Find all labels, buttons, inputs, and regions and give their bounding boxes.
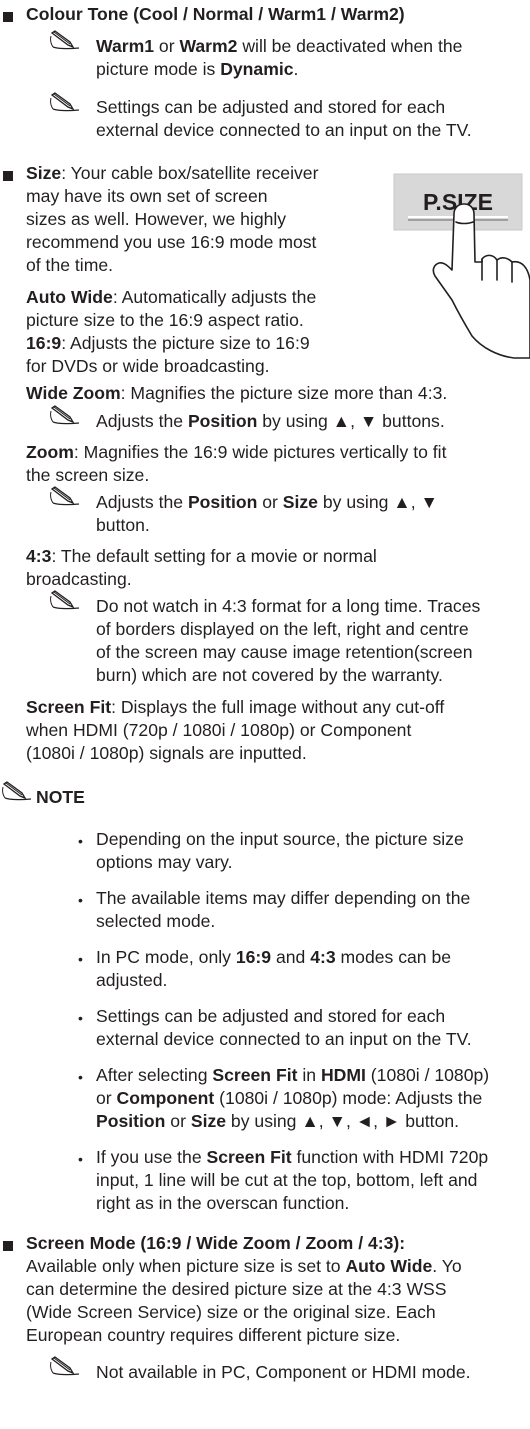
screen-fit-line2: when HDMI (720p / 1080i / 1080p) or Comp… bbox=[26, 720, 412, 740]
ratio-16-9-line1: 16:9: Adjusts the picture size to 16:9 bbox=[26, 333, 310, 353]
note-heading: NOTE bbox=[36, 787, 85, 807]
note-icon bbox=[50, 486, 80, 506]
colour-tone-note1-line2: picture mode is Dynamic. bbox=[96, 59, 299, 79]
note-icon bbox=[50, 405, 80, 425]
note-item-1-line2: options may vary. bbox=[96, 852, 233, 872]
screen-mode-line5: European country requires different pict… bbox=[26, 1325, 401, 1345]
ratio-4-3-note-line2: of borders displayed on the left, right … bbox=[96, 619, 469, 639]
ratio-4-3-line1: 4:3: The default setting for a movie or … bbox=[26, 546, 377, 566]
note-item-6-line3: right as in the overscan function. bbox=[96, 1193, 350, 1213]
size-intro-line5: of the time. bbox=[26, 255, 114, 275]
note-item-3-line2: adjusted. bbox=[96, 970, 168, 990]
list-bullet: • bbox=[78, 1010, 83, 1026]
note-item-2-line2: selected mode. bbox=[96, 911, 216, 931]
screen-mode-note: Not available in PC, Component or HDMI m… bbox=[96, 1362, 471, 1382]
note-item-6-line1: If you use the Screen Fit function with … bbox=[96, 1147, 489, 1167]
psize-button-illustration: P.SIZE bbox=[393, 173, 530, 359]
zoom-line2: the screen size. bbox=[26, 465, 150, 485]
note-item-4-line2: external device connected to an input on… bbox=[96, 1029, 472, 1049]
ratio-16-9-line2: for DVDs or wide broadcasting. bbox=[26, 356, 270, 376]
size-intro-line4: recommend you use 16:9 mode most bbox=[26, 232, 317, 252]
auto-wide-line1: Auto Wide: Automatically adjusts the bbox=[26, 287, 317, 307]
wide-zoom-note: Adjusts the Position by using ▲, ▼ butto… bbox=[96, 411, 445, 431]
colour-tone-heading: Colour Tone (Cool / Normal / Warm1 / War… bbox=[26, 4, 405, 24]
screen-mode-heading: Screen Mode (16:9 / Wide Zoom / Zoom / 4… bbox=[26, 1233, 406, 1253]
note-item-5-line3: Position or Size by using ▲, ▼, ◄, ► but… bbox=[96, 1111, 460, 1131]
screen-mode-line4: (Wide Screen Service) size or the origin… bbox=[26, 1302, 436, 1322]
ratio-4-3-note-line1: Do not watch in 4:3 format for a long ti… bbox=[96, 596, 481, 616]
zoom-note-line2: button. bbox=[96, 515, 150, 535]
list-bullet: • bbox=[78, 951, 83, 967]
note-icon bbox=[50, 92, 80, 112]
auto-wide-line2: picture size to the 16:9 aspect ratio. bbox=[26, 310, 304, 330]
section-bullet bbox=[3, 171, 13, 181]
list-bullet: • bbox=[78, 892, 83, 908]
screen-fit-line1: Screen Fit: Displays the full image with… bbox=[26, 697, 445, 717]
note-item-3-line1: In PC mode, only 16:9 and 4:3 modes can … bbox=[96, 947, 452, 967]
note-icon bbox=[50, 30, 80, 50]
zoom-note-line1: Adjusts the Position or Size by using ▲,… bbox=[96, 492, 438, 512]
list-bullet: • bbox=[78, 833, 83, 849]
section-bullet bbox=[3, 1241, 13, 1251]
colour-tone-note2-line2: external device connected to an input on… bbox=[96, 120, 472, 140]
note-item-5-line2: or Component (1080i / 1080p) mode: Adjus… bbox=[96, 1088, 483, 1108]
size-intro-line2: may have its own set of screen bbox=[26, 186, 268, 206]
colour-tone-note2-line1: Settings can be adjusted and stored for … bbox=[96, 97, 446, 117]
list-bullet: • bbox=[78, 1151, 83, 1167]
note-item-2-line1: The available items may differ depending… bbox=[96, 888, 471, 908]
ratio-4-3-note-line3: of the screen may cause image retention(… bbox=[96, 642, 473, 662]
ratio-4-3-line2: broadcasting. bbox=[26, 569, 132, 589]
screen-mode-line2: Available only when picture size is set … bbox=[26, 1256, 462, 1276]
colour-tone-note1-line1: Warm1 or Warm2 will be deactivated when … bbox=[96, 36, 463, 56]
screen-mode-line3: can determine the desired picture size a… bbox=[26, 1279, 447, 1299]
note-item-6-line2: input, 1 line will be cut at the top, bo… bbox=[96, 1170, 478, 1190]
list-bullet: • bbox=[78, 1069, 83, 1085]
note-item-4-line1: Settings can be adjusted and stored for … bbox=[96, 1006, 446, 1026]
note-icon bbox=[50, 1356, 80, 1376]
zoom-line1: Zoom: Magnifies the 16:9 wide pictures v… bbox=[26, 442, 447, 462]
ratio-4-3-note-line4: burn) which are not covered by the warra… bbox=[96, 665, 443, 685]
note-item-1-line1: Depending on the input source, the pictu… bbox=[96, 829, 464, 849]
note-item-5-line1: After selecting Screen Fit in HDMI (1080… bbox=[96, 1065, 490, 1085]
wide-zoom-line1: Wide Zoom: Magnifies the picture size mo… bbox=[26, 383, 448, 403]
screen-fit-line3: (1080i / 1080p) signals are inputted. bbox=[26, 743, 307, 763]
section-bullet bbox=[3, 12, 13, 22]
size-intro-line1: Size: Your cable box/satellite receiver bbox=[26, 163, 319, 183]
size-intro-line3: sizes as well. However, we highly bbox=[26, 209, 287, 229]
note-icon bbox=[2, 781, 32, 801]
note-icon bbox=[50, 590, 80, 610]
